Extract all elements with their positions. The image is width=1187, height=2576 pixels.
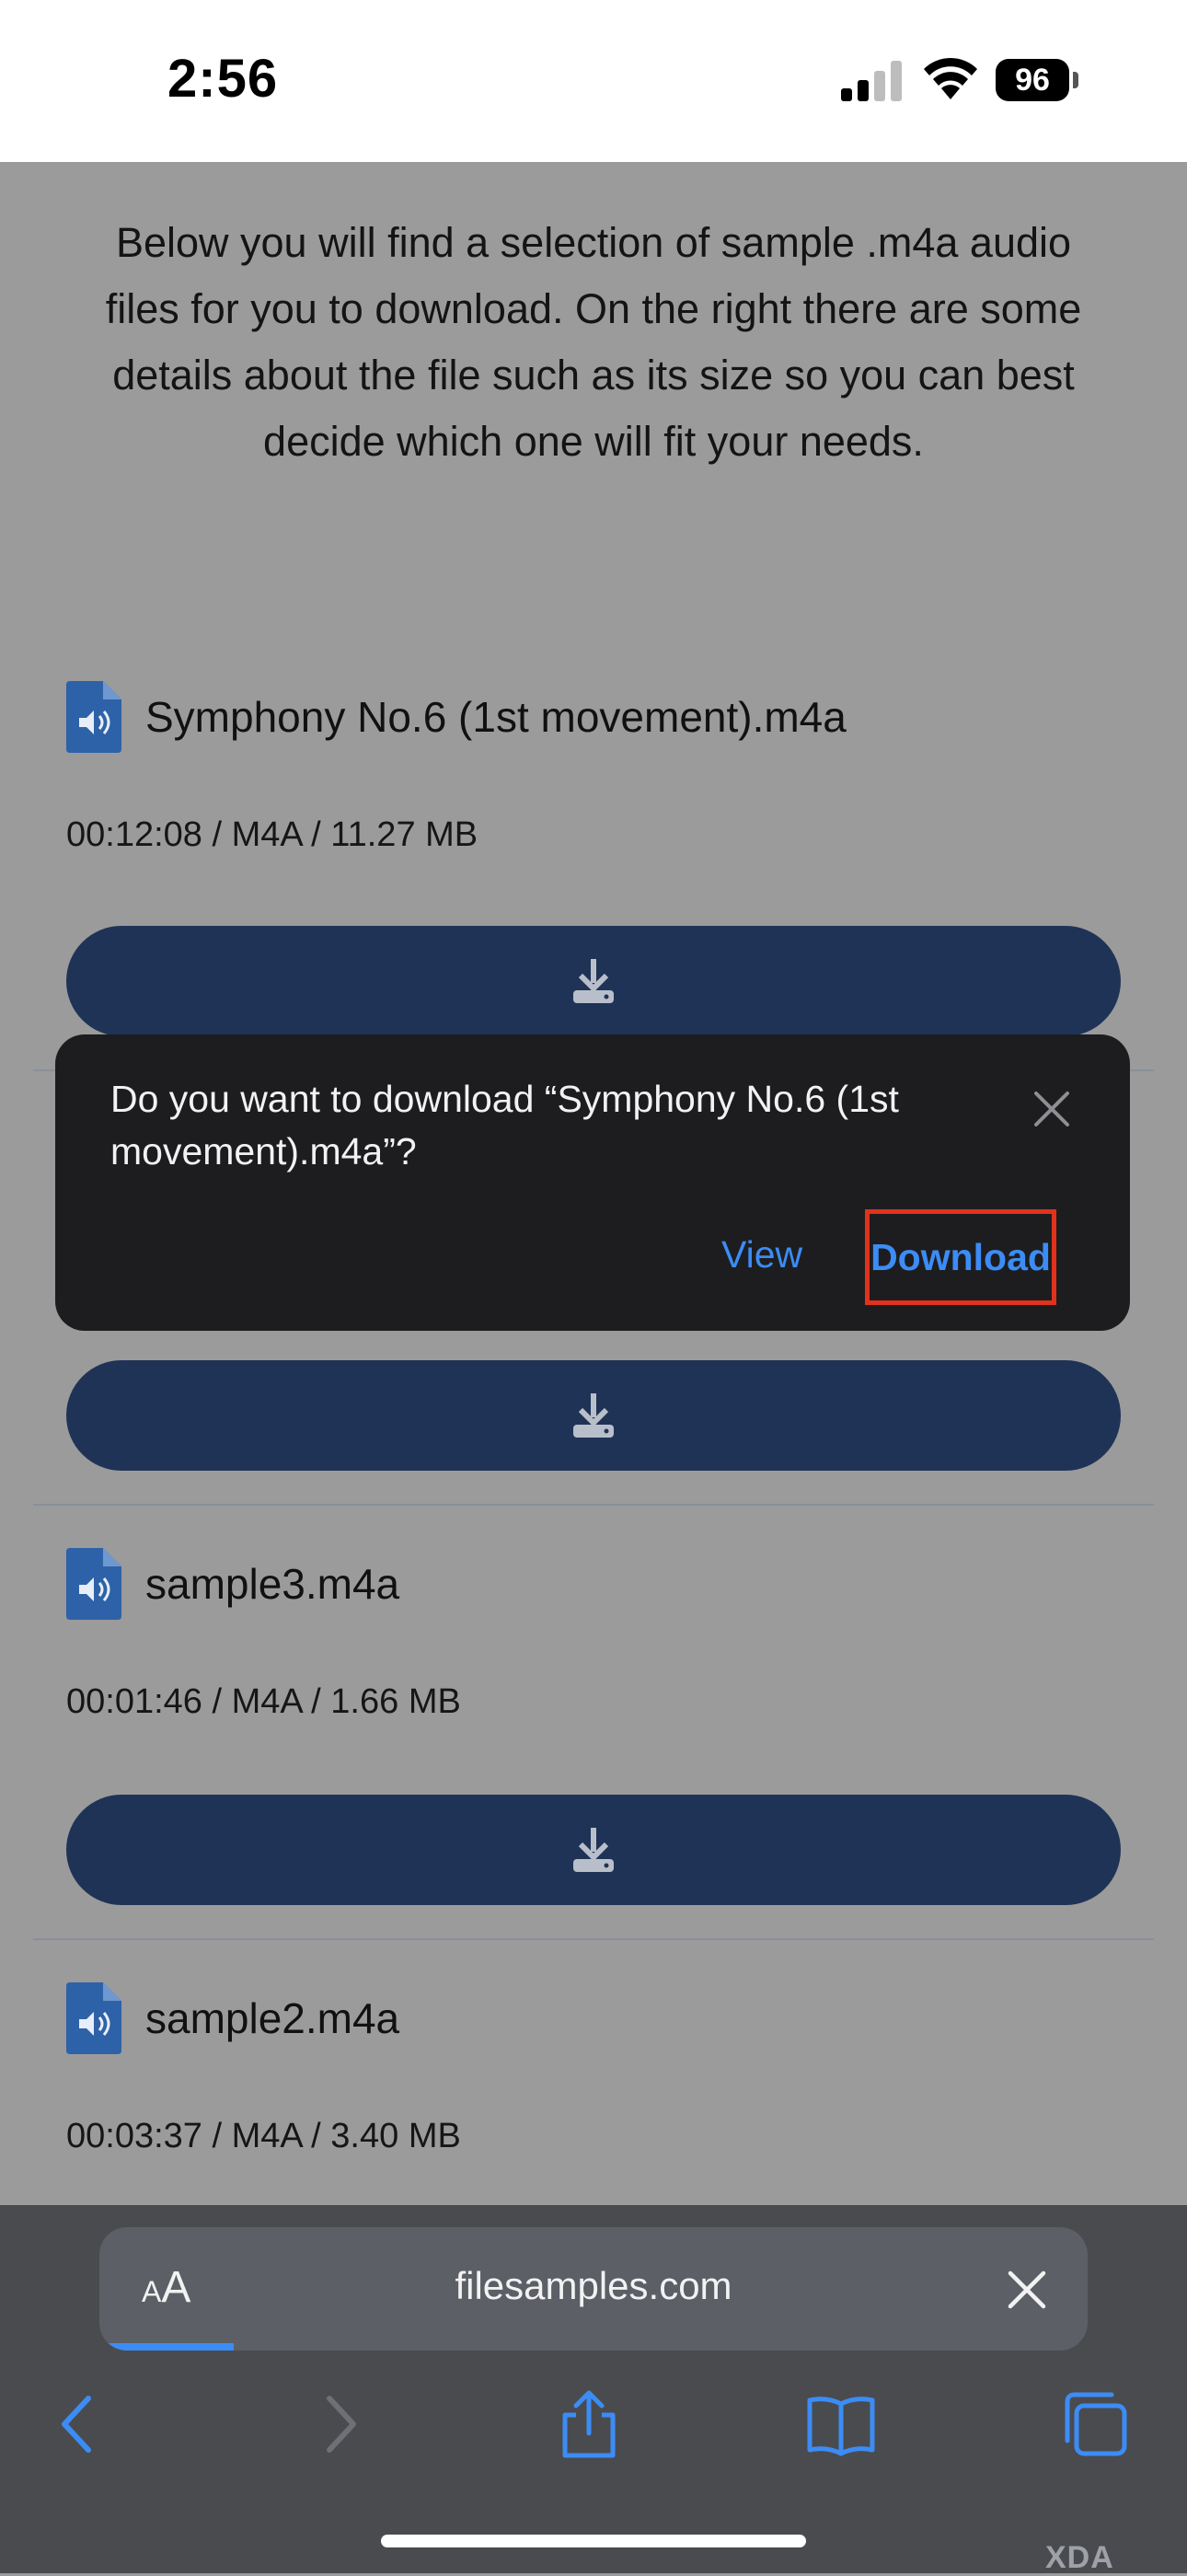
loading-progress-bar xyxy=(99,2343,234,2351)
confirm-download-button[interactable]: Download xyxy=(865,1209,1056,1305)
battery-level: 96 xyxy=(996,59,1069,101)
file-item: sample2.m4a xyxy=(66,1977,399,2060)
download-button[interactable] xyxy=(66,1795,1121,1905)
download-prompt: Do you want to download “Symphony No.6 (… xyxy=(55,1034,1130,1331)
wifi-icon xyxy=(924,57,977,99)
share-icon[interactable] xyxy=(554,2389,624,2459)
view-button[interactable]: View xyxy=(721,1233,802,1276)
cellular-signal-icon xyxy=(841,61,902,101)
file-meta: 00:03:37 / M4A / 3.40 MB xyxy=(66,2117,461,2155)
url-text[interactable]: filesamples.com xyxy=(99,2264,1088,2308)
file-item: sample3.m4a xyxy=(66,1542,399,1625)
file-title[interactable]: sample3.m4a xyxy=(145,1559,399,1609)
file-meta: 00:01:46 / M4A / 1.66 MB xyxy=(66,1682,461,1721)
file-item: Symphony No.6 (1st movement).m4a xyxy=(66,676,847,758)
divider xyxy=(33,1938,1154,1940)
address-bar[interactable]: AA filesamples.com xyxy=(99,2227,1088,2351)
file-meta: 00:12:08 / M4A / 11.27 MB xyxy=(66,815,478,854)
xda-watermark: XDA xyxy=(1045,2540,1114,2575)
download-button[interactable] xyxy=(66,926,1121,1036)
close-icon[interactable] xyxy=(1031,1088,1073,1130)
download-icon xyxy=(573,1393,614,1438)
file-title[interactable]: Symphony No.6 (1st movement).m4a xyxy=(145,692,847,742)
audio-file-icon xyxy=(66,681,121,753)
intro-text: Below you will find a selection of sampl… xyxy=(105,219,1082,465)
download-icon xyxy=(573,1828,614,1872)
status-time: 2:56 xyxy=(167,49,279,109)
prompt-message: Do you want to download “Symphony No.6 (… xyxy=(110,1078,899,1172)
forward-icon[interactable] xyxy=(304,2389,374,2459)
battery-icon: 96 xyxy=(996,59,1080,101)
stop-loading-icon[interactable] xyxy=(1005,2268,1049,2312)
audio-file-icon xyxy=(66,1982,121,2054)
bookmarks-icon[interactable] xyxy=(806,2389,876,2459)
divider xyxy=(33,1504,1154,1506)
download-icon xyxy=(573,959,614,1003)
tabs-icon[interactable] xyxy=(1060,2389,1130,2459)
file-title[interactable]: sample2.m4a xyxy=(145,1993,399,2043)
home-indicator xyxy=(381,2535,806,2547)
back-icon[interactable] xyxy=(44,2389,114,2459)
download-button[interactable] xyxy=(66,1360,1121,1471)
audio-file-icon xyxy=(66,1548,121,1620)
status-bar: 2:56 96 xyxy=(0,0,1187,162)
